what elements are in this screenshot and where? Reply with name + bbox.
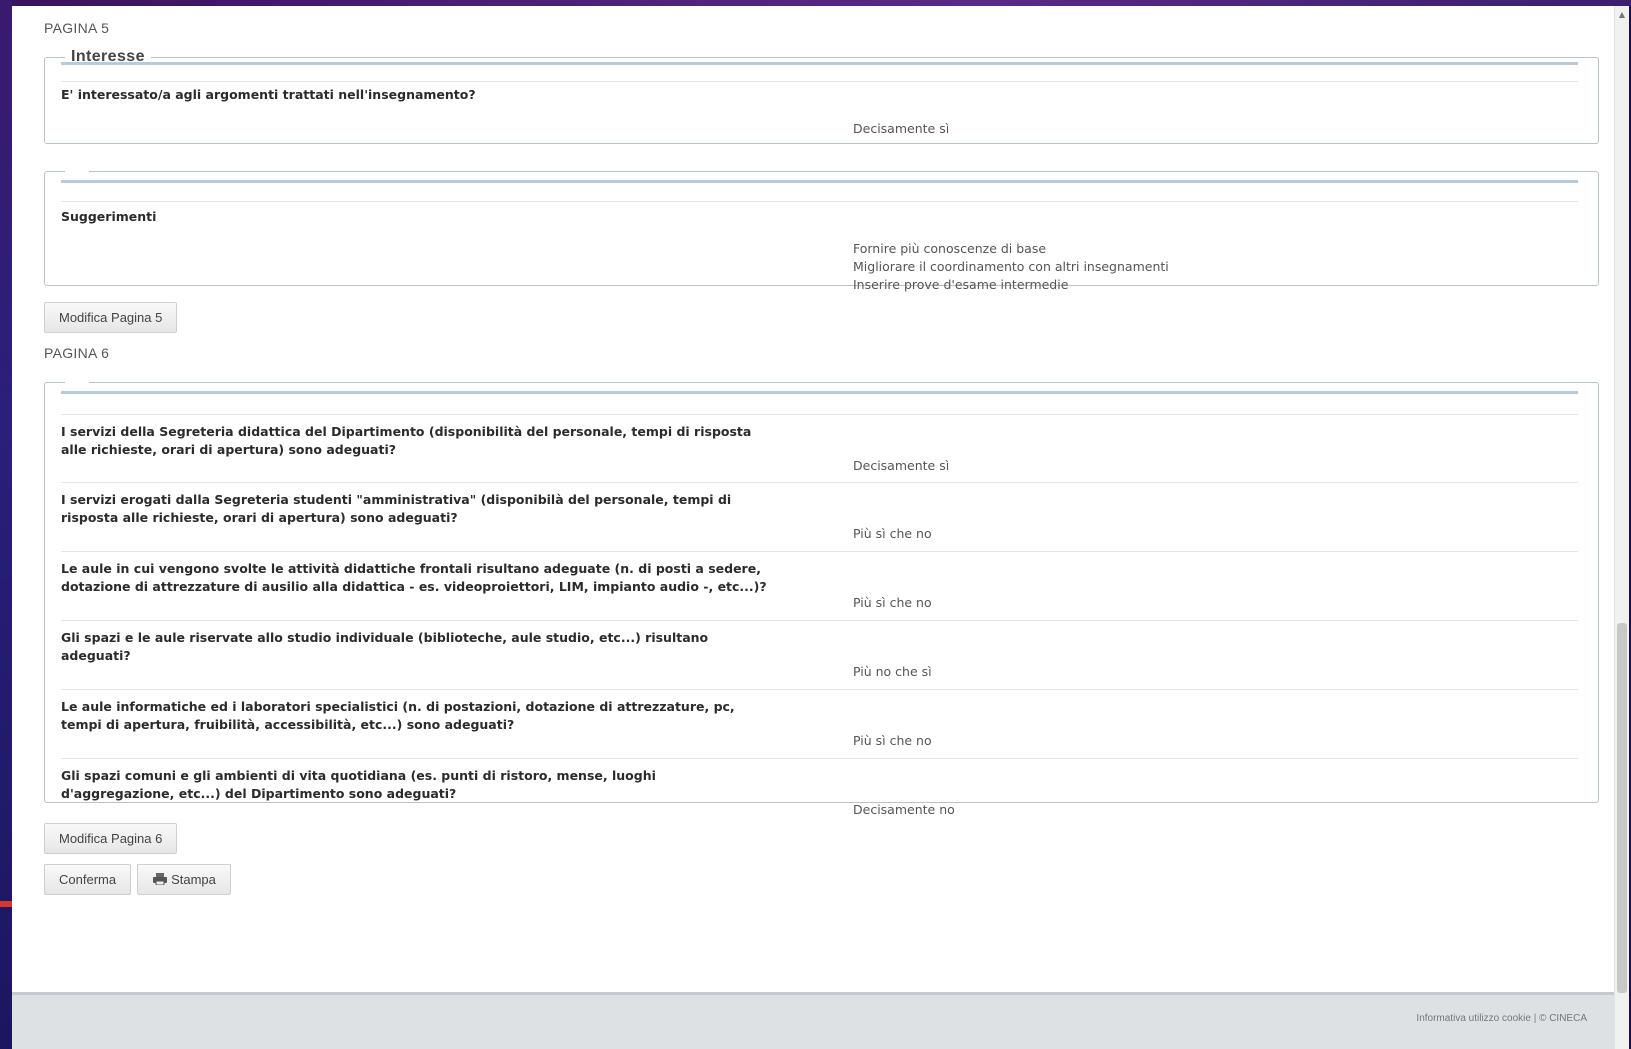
printer-icon	[153, 873, 168, 885]
answer-text: Decisamente no	[853, 802, 955, 817]
question-row: Le aule in cui vengono svolte le attivit…	[61, 551, 1578, 620]
answer-item: Fornire più conoscenze di base	[853, 241, 1047, 256]
browser-page: PAGINA 5 Interesse E' interessato/a agli…	[12, 6, 1629, 1049]
answer-text: Più sì che no	[853, 526, 932, 541]
answer-list: Fornire più conoscenze di base Migliorar…	[853, 240, 1169, 294]
services-fieldset: I servizi della Segreteria didattica del…	[44, 375, 1599, 817]
legend-rule	[61, 62, 1578, 65]
scrollbar-thumb[interactable]	[1617, 623, 1627, 993]
question-row: Gli spazi e le aule riservate allo studi…	[61, 620, 1578, 689]
question-text: I servizi erogati dalla Segreteria stude…	[61, 492, 732, 525]
interest-fieldset: Interesse E' interessato/a agli argoment…	[44, 48, 1599, 144]
legend-rule	[61, 180, 1578, 183]
question-text: Le aule informatiche ed i laboratori spe…	[61, 699, 735, 732]
question-text: Gli spazi e le aule riservate allo studi…	[61, 630, 709, 663]
answer-item: Migliorare il coordinamento con altri in…	[853, 259, 1169, 274]
page-footer: Informativa utilizzo cookie | © CINECA	[12, 992, 1615, 1049]
question-row: Le aule informatiche ed i laboratori spe…	[61, 689, 1578, 758]
desktop-backdrop-left	[0, 0, 12, 1049]
answer-text: Più no che sì	[853, 664, 932, 679]
footer-text[interactable]: Informativa utilizzo cookie | © CINECA	[1416, 1013, 1587, 1024]
question-row: Suggerimenti Fornire più conoscenze di b…	[61, 201, 1578, 296]
question-row: Gli spazi comuni e gli ambienti di vita …	[61, 758, 1578, 825]
question-row: E' interessato/a agli argomenti trattati…	[61, 81, 1578, 148]
page6-label: PAGINA 6	[44, 345, 110, 361]
print-button[interactable]: Stampa	[137, 864, 231, 895]
edit-page5-button[interactable]: Modifica Pagina 5	[44, 302, 178, 333]
question-text: Suggerimenti	[61, 209, 157, 224]
interest-legend: Interesse	[71, 48, 145, 65]
answer-text: Più sì che no	[853, 733, 932, 748]
confirm-button[interactable]: Conferma	[44, 864, 132, 895]
answer-text: Decisamente sì	[853, 121, 950, 136]
suggestions-fieldset: Suggerimenti Fornire più conoscenze di b…	[44, 164, 1599, 292]
answer-text: Più sì che no	[853, 595, 932, 610]
print-button-label: Stampa	[171, 872, 216, 887]
legend-rule	[61, 391, 1578, 394]
question-text: E' interessato/a agli argomenti trattati…	[61, 87, 476, 102]
answer-item: Inserire prove d'esame intermedie	[853, 277, 1069, 292]
suggestions-legend	[65, 164, 89, 178]
question-text: I servizi della Segreteria didattica del…	[61, 424, 752, 457]
question-row: I servizi della Segreteria didattica del…	[61, 414, 1578, 482]
scroll-up-icon[interactable]: ▲	[1615, 10, 1629, 19]
page5-label: PAGINA 5	[44, 20, 110, 36]
question-text: Gli spazi comuni e gli ambienti di vita …	[61, 768, 656, 801]
answer-text: Decisamente sì	[853, 458, 950, 473]
vertical-scrollbar[interactable]: ▲	[1614, 6, 1629, 1049]
services-legend	[65, 375, 89, 389]
question-row: I servizi erogati dalla Segreteria stude…	[61, 482, 1578, 551]
question-text: Le aule in cui vengono svolte le attivit…	[61, 561, 767, 594]
questionnaire-summary: PAGINA 5 Interesse E' interessato/a agli…	[44, 20, 1599, 895]
edit-page6-button[interactable]: Modifica Pagina 6	[44, 823, 178, 854]
